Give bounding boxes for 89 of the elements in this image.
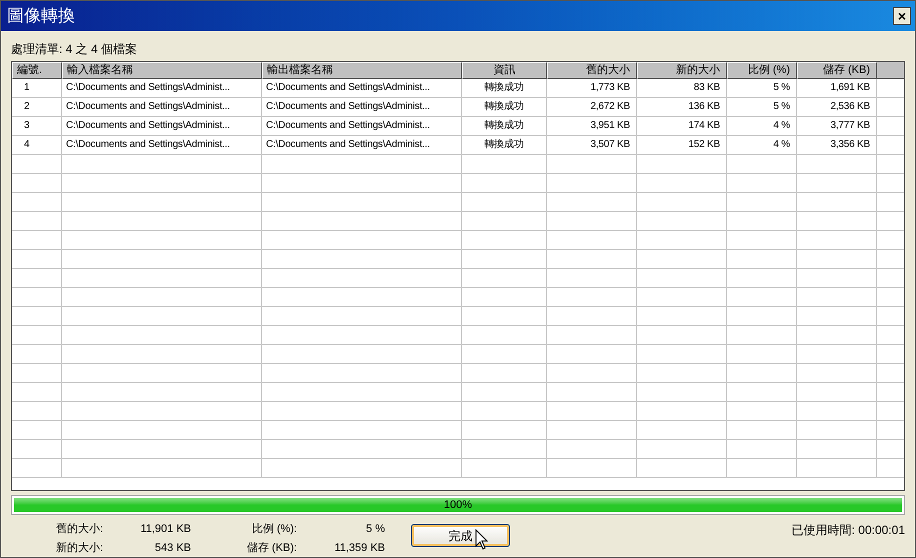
list-count-label: 處理清單: 4 之 4 個檔案	[11, 42, 138, 56]
table-cell: 1,773 KB	[547, 79, 637, 98]
table-cell: 轉換成功	[462, 98, 547, 117]
table-cell: 83 KB	[637, 79, 727, 98]
table-cell	[727, 364, 797, 383]
table-cell: C:\Documents and Settings\Administ...	[262, 98, 462, 117]
summary-value: 11,901 KB	[139, 522, 191, 537]
table-cell	[12, 345, 62, 364]
table-cell: 4 %	[727, 117, 797, 136]
table-cell: 3,951 KB	[547, 117, 637, 136]
table-cell: 1,691 KB	[797, 79, 877, 98]
column-header[interactable]: 新的大小	[637, 62, 727, 79]
table-cell: C:\Documents and Settings\Administ...	[62, 117, 262, 136]
table-cell: 3,356 KB	[797, 136, 877, 155]
summary-value: 543 KB	[154, 540, 191, 556]
table-cell	[727, 307, 797, 326]
summary-value: 11,359 KB	[333, 540, 385, 556]
table-cell	[727, 174, 797, 193]
table-cell	[727, 459, 797, 478]
column-header[interactable]: 輸入檔案名稱	[62, 62, 262, 79]
summary-value: 5 %	[365, 522, 385, 537]
column-header[interactable]: 輸出檔案名稱	[262, 62, 462, 79]
table-cell: 2,536 KB	[797, 98, 877, 117]
table-cell	[12, 459, 62, 478]
table-cell	[727, 345, 797, 364]
table-cell: 5 %	[727, 79, 797, 98]
table-cell	[12, 402, 62, 421]
table-cell	[12, 364, 62, 383]
table-cell	[12, 174, 62, 193]
table-cell	[12, 421, 62, 440]
table-cell: C:\Documents and Settings\Administ...	[62, 79, 262, 98]
column-header[interactable]: 比例 (%)	[727, 62, 797, 79]
table-cell: 3,507 KB	[547, 136, 637, 155]
table-cell: 2	[12, 98, 62, 117]
table-cell: C:\Documents and Settings\Administ...	[262, 79, 462, 98]
table-cell	[727, 155, 797, 174]
table-cell: 轉換成功	[462, 136, 547, 155]
table-cell	[727, 193, 797, 212]
table-cell: 5 %	[727, 98, 797, 117]
table-cell	[727, 326, 797, 345]
table-cell	[12, 231, 62, 250]
table-cell: C:\Documents and Settings\Administ...	[62, 136, 262, 155]
table-cell	[727, 269, 797, 288]
table-cell: C:\Documents and Settings\Administ...	[262, 117, 462, 136]
table-cell: 3	[12, 117, 62, 136]
table-cell: 轉換成功	[462, 79, 547, 98]
table-cell: 3,777 KB	[797, 117, 877, 136]
table-cell: 2,672 KB	[547, 98, 637, 117]
table-cell: C:\Documents and Settings\Administ...	[262, 136, 462, 155]
table-cell	[727, 402, 797, 421]
summary-label: 比例 (%):	[250, 522, 298, 537]
table-cell: 4 %	[727, 136, 797, 155]
column-header[interactable]: 舊的大小	[547, 62, 637, 79]
table-cell: 1	[12, 79, 62, 98]
table-cell	[727, 212, 797, 231]
table-cell	[727, 231, 797, 250]
mouse-cursor-icon	[475, 529, 488, 551]
table-cell: 4	[12, 136, 62, 155]
window-title: 圖像轉換	[7, 5, 75, 28]
table-cell	[12, 250, 62, 269]
table-cell: 136 KB	[637, 98, 727, 117]
table-cell	[727, 250, 797, 269]
table-cell	[727, 383, 797, 402]
summary-label: 新的大小:	[54, 540, 104, 556]
table-cell	[12, 326, 62, 345]
column-header[interactable]: 資訊	[462, 62, 547, 79]
table-cell	[12, 193, 62, 212]
table-cell	[727, 421, 797, 440]
table-cell	[727, 440, 797, 459]
table-cell	[12, 288, 62, 307]
table-cell: 174 KB	[637, 117, 727, 136]
summary-label: 儲存 (KB):	[246, 540, 298, 556]
table-cell	[12, 269, 62, 288]
table-cell	[12, 307, 62, 326]
table-cell	[12, 440, 62, 459]
done-button[interactable]: 完成	[411, 524, 510, 547]
table-cell: 轉換成功	[462, 117, 547, 136]
table-cell: C:\Documents and Settings\Administ...	[62, 98, 262, 117]
elapsed-time: 已使用時間: 00:00:01	[792, 522, 905, 539]
table-cell	[12, 383, 62, 402]
table-cell	[12, 212, 62, 231]
progress-text: 100%	[444, 498, 472, 512]
table-cell	[12, 155, 62, 174]
table-cell: 152 KB	[637, 136, 727, 155]
summary-label: 舊的大小:	[54, 522, 104, 537]
close-button[interactable]: ×	[893, 7, 911, 25]
table-cell	[727, 288, 797, 307]
column-header[interactable]: 儲存 (KB)	[797, 62, 877, 79]
column-header[interactable]: 編號.	[12, 62, 62, 79]
